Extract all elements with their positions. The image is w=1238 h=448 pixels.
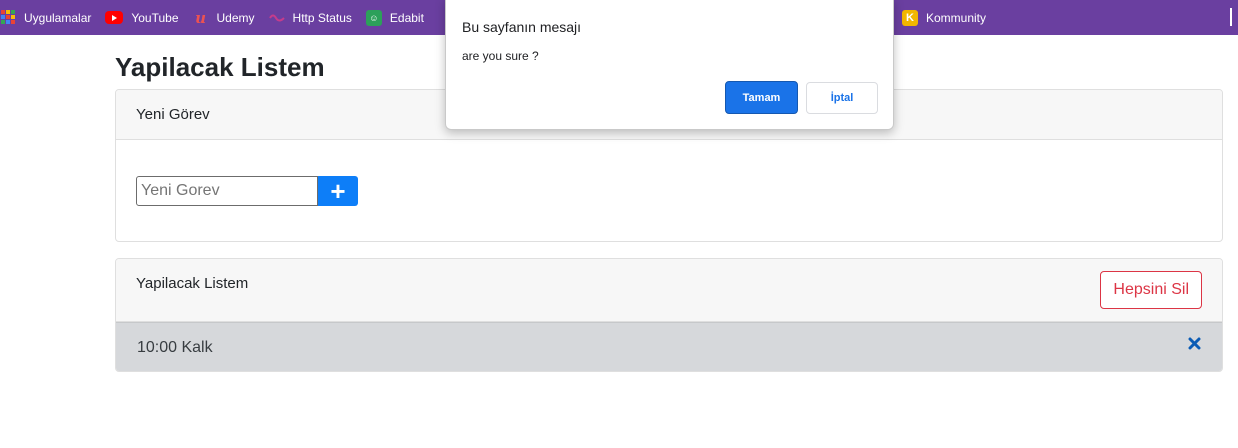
page-title: Yapilacak Listem bbox=[115, 52, 325, 82]
bookmark-label: Edabit bbox=[389, 10, 424, 25]
dialog-ok-button[interactable]: Tamam bbox=[725, 81, 798, 114]
bookmark-label: Udemy bbox=[216, 10, 255, 25]
bookmark-label: YouTube bbox=[131, 10, 179, 25]
bookmark-kommunity[interactable]: K Kommunity bbox=[896, 3, 994, 33]
bookmark-label: Http Status bbox=[292, 10, 352, 25]
bookmark-udemy[interactable]: u Udemy bbox=[187, 3, 263, 33]
apps-grid-icon bbox=[0, 9, 16, 26]
new-task-card-body: + bbox=[116, 140, 1222, 241]
bookmark-label: Kommunity bbox=[926, 10, 987, 25]
dialog-cancel-button[interactable]: İptal bbox=[806, 82, 878, 114]
confirm-dialog: Bu sayfanın mesajı are you sure ? Tamam … bbox=[445, 0, 894, 130]
todo-list-heading: Yapilacak Listem bbox=[136, 275, 249, 292]
new-task-input-group: + bbox=[136, 176, 358, 206]
bookmark-label: Uygulamalar bbox=[24, 10, 92, 25]
list-item-text: 10:00 Kalk bbox=[137, 339, 213, 356]
bookmark-youtube[interactable]: YouTube bbox=[99, 3, 186, 33]
bookmark-apps[interactable]: Uygulamalar bbox=[0, 3, 99, 33]
dialog-title: Bu sayfanın mesajı bbox=[462, 19, 582, 35]
kommunity-icon: K bbox=[902, 9, 918, 26]
edabit-icon: ☺ bbox=[365, 9, 382, 26]
bookmark-http-status[interactable]: Http Status bbox=[263, 3, 360, 33]
todo-list-card-header: Yapilacak Listem Hepsini Sil bbox=[116, 259, 1222, 322]
bookmarks-overflow-divider bbox=[1230, 8, 1232, 26]
http-status-icon bbox=[268, 10, 285, 26]
udemy-icon: u bbox=[195, 8, 206, 27]
add-task-button[interactable]: + bbox=[318, 176, 358, 206]
youtube-icon bbox=[105, 11, 124, 24]
list-item: 10:00 Kalk bbox=[116, 322, 1222, 371]
clear-all-button[interactable]: Hepsini Sil bbox=[1100, 271, 1202, 309]
close-icon[interactable] bbox=[1188, 333, 1202, 353]
bookmark-edabit[interactable]: ☺ Edabit bbox=[360, 3, 432, 33]
new-task-input[interactable] bbox=[136, 176, 318, 206]
todo-list-card: Yapilacak Listem Hepsini Sil 10:00 Kalk bbox=[115, 258, 1223, 372]
dialog-message: are you sure ? bbox=[462, 49, 539, 63]
